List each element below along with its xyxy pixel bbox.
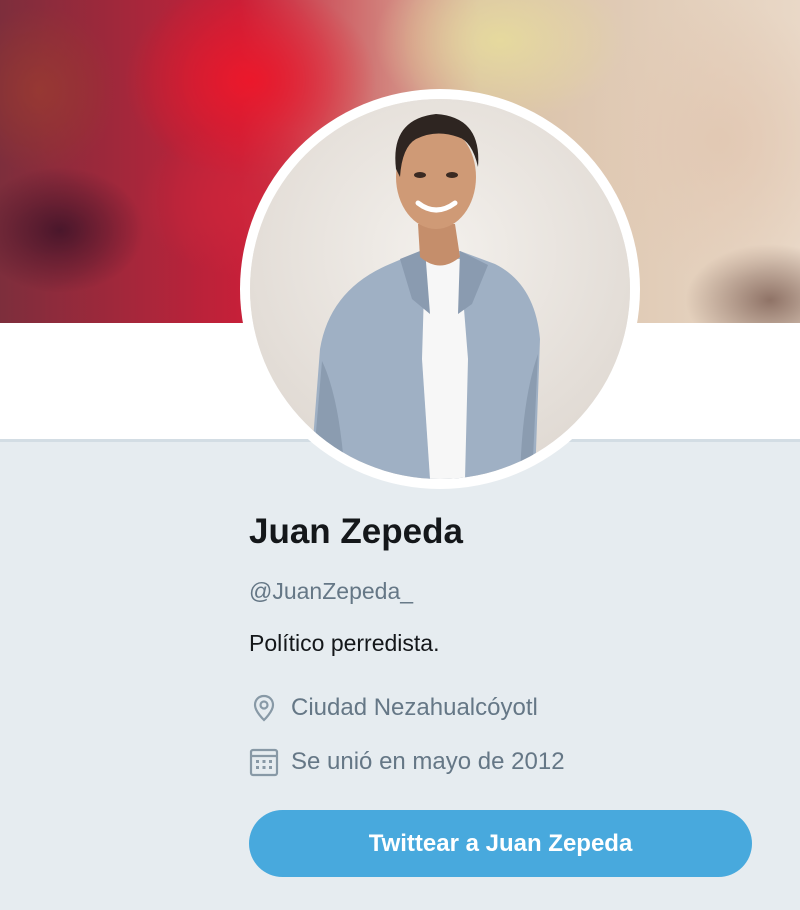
profile-handle[interactable]: @JuanZepeda_	[249, 578, 413, 605]
avatar-photo	[250, 99, 630, 479]
location-text: Ciudad Nezahualcóyotl	[291, 694, 538, 721]
profile-join-date: Se unió en mayo de 2012	[249, 746, 565, 778]
profile-location: Ciudad Nezahualcóyotl	[249, 692, 538, 724]
join-date-text: Se unió en mayo de 2012	[291, 748, 565, 775]
map-pin-icon	[249, 692, 281, 724]
avatar[interactable]	[250, 99, 630, 479]
calendar-icon	[249, 746, 281, 778]
profile-name[interactable]: Juan Zepeda	[249, 512, 463, 552]
tweet-to-button[interactable]: Twittear a Juan Zepeda	[249, 810, 752, 877]
profile-bio: Político perredista.	[249, 630, 440, 656]
